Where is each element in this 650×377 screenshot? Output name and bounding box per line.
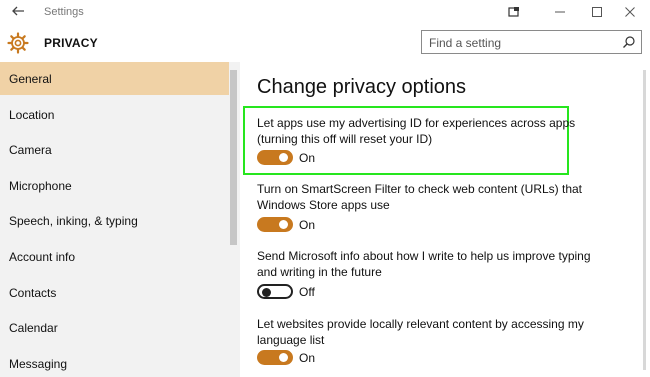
option-text-line: Let websites provide locally relevant co… xyxy=(257,317,584,331)
option-text-line: Turn on SmartScreen Filter to check web … xyxy=(257,182,583,196)
title-bar: Settings xyxy=(0,0,650,24)
option-text-line: Windows Store apps use xyxy=(257,198,390,212)
main-scrollbar[interactable] xyxy=(643,70,646,370)
page-title: PRIVACY xyxy=(44,36,98,50)
toggle-state-label: On xyxy=(299,218,316,232)
toggle-state-label: On xyxy=(299,351,316,365)
toggle-state-label: Off xyxy=(299,285,315,299)
toggle-state-label: On xyxy=(299,151,316,165)
minimize-icon[interactable] xyxy=(550,2,570,22)
typing-info-toggle[interactable] xyxy=(257,284,293,299)
sidebar-item-general[interactable]: General xyxy=(0,62,229,95)
toggle-knob xyxy=(279,353,288,362)
option-text-line: Let apps use my advertising ID for exper… xyxy=(257,116,576,130)
sidebar: General Location Camera Microphone Speec… xyxy=(0,62,240,377)
toggle-knob xyxy=(279,220,288,229)
toggle-knob xyxy=(279,153,288,162)
option-text-line: language list xyxy=(257,333,325,347)
sidebar-item-label: General xyxy=(9,71,52,86)
tablet-mode-icon[interactable] xyxy=(504,2,524,22)
search-placeholder: Find a setting xyxy=(429,36,502,50)
sidebar-item-label: Speech, inking, & typing xyxy=(9,213,138,228)
option-typing-info-description: Send Microsoft info about how I write to… xyxy=(257,248,597,280)
gear-icon xyxy=(7,32,29,54)
sidebar-item-label: Calendar xyxy=(9,320,58,335)
sidebar-item-label: Location xyxy=(9,107,55,122)
smartscreen-toggle[interactable] xyxy=(257,217,293,232)
section-title: Change privacy options xyxy=(257,76,467,98)
option-text-line: (turning this off will reset your ID) xyxy=(257,132,433,146)
sidebar-item-camera[interactable]: Camera xyxy=(0,133,229,166)
option-text-line: Send Microsoft info about how I write to… xyxy=(257,249,591,263)
sidebar-item-location[interactable]: Location xyxy=(0,98,229,131)
search-input[interactable]: Find a setting xyxy=(421,30,642,54)
sidebar-item-label: Microphone xyxy=(9,178,72,193)
sidebar-item-speech[interactable]: Speech, inking, & typing xyxy=(0,204,229,237)
sidebar-item-label: Messaging xyxy=(9,356,68,371)
sidebar-item-account-info[interactable]: Account info xyxy=(0,240,229,273)
option-smartscreen-description: Turn on SmartScreen Filter to check web … xyxy=(257,181,597,213)
option-language-list-description: Let websites provide locally relevant co… xyxy=(257,316,597,348)
sidebar-item-label: Account info xyxy=(9,249,76,264)
sidebar-scrollbar[interactable] xyxy=(230,70,237,245)
page-header: PRIVACY Find a setting xyxy=(0,24,650,62)
window-title: Settings xyxy=(44,6,84,18)
back-arrow-icon[interactable] xyxy=(10,3,26,19)
sidebar-item-label: Contacts xyxy=(9,285,57,300)
close-icon[interactable] xyxy=(620,2,640,22)
language-list-toggle[interactable] xyxy=(257,350,293,365)
option-text-line: and writing in the future xyxy=(257,265,382,279)
option-advertising-id-description: Let apps use my advertising ID for exper… xyxy=(257,115,597,147)
toggle-knob xyxy=(262,287,271,297)
maximize-icon[interactable] xyxy=(587,2,607,22)
sidebar-item-label: Camera xyxy=(9,142,52,157)
search-icon[interactable] xyxy=(622,35,636,49)
sidebar-item-microphone[interactable]: Microphone xyxy=(0,169,229,202)
sidebar-item-calendar[interactable]: Calendar xyxy=(0,311,229,344)
advertising-id-toggle[interactable] xyxy=(257,150,293,165)
sidebar-item-contacts[interactable]: Contacts xyxy=(0,276,229,309)
sidebar-item-messaging[interactable]: Messaging xyxy=(0,347,229,377)
